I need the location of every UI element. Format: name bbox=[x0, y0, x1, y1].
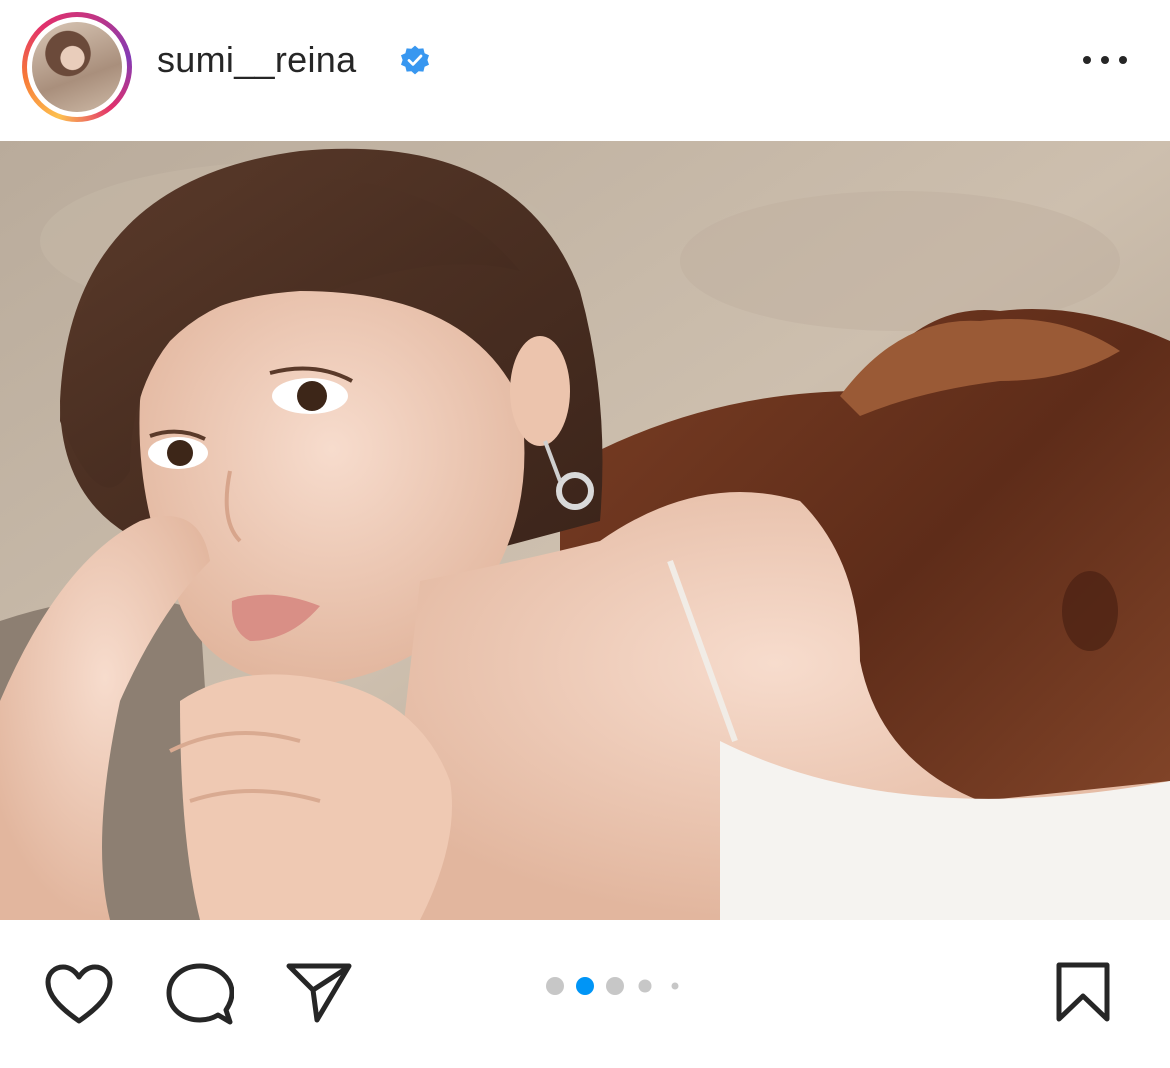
carousel-dot bbox=[671, 982, 679, 990]
heart-icon[interactable] bbox=[44, 963, 114, 1025]
carousel-dot bbox=[606, 977, 624, 995]
username-link[interactable]: sumi__reina bbox=[157, 38, 356, 82]
share-icon[interactable] bbox=[285, 962, 353, 1024]
carousel-dot bbox=[546, 977, 564, 995]
post-header: sumi__reina bbox=[0, 0, 1170, 140]
post-image bbox=[0, 141, 1170, 920]
carousel-indicator bbox=[546, 977, 679, 995]
avatar bbox=[32, 22, 122, 112]
verified-badge-icon bbox=[401, 45, 429, 75]
more-options-icon[interactable] bbox=[1080, 48, 1130, 72]
comment-icon[interactable] bbox=[166, 962, 234, 1028]
post-photo[interactable] bbox=[0, 141, 1170, 920]
carousel-dot bbox=[638, 979, 652, 993]
story-avatar[interactable] bbox=[22, 12, 132, 122]
bookmark-icon[interactable] bbox=[1055, 961, 1111, 1023]
carousel-dot-active bbox=[576, 977, 594, 995]
